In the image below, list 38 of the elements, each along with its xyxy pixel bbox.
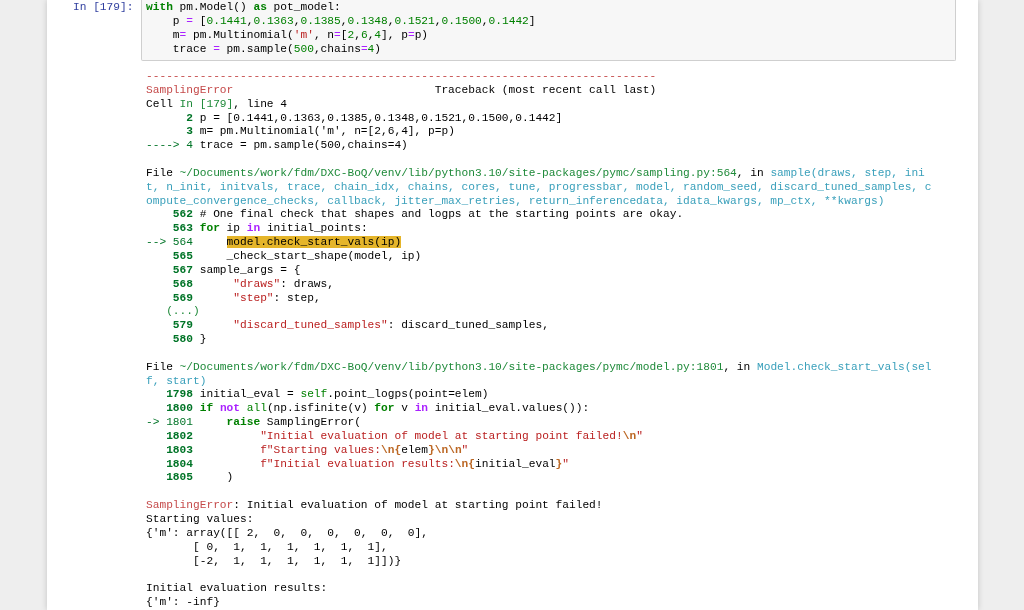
code-line: p = [0.1441,0.1363,0.1385,0.1348,0.1521,0.1500,0.1442] [171, 14, 537, 28]
output-line: File ~/Documents/work/fdm/DXC-BoQ/venv/lib/python3.10/site-packages/pymc/model.py:1801, in Model.check_start_vals(self, start) [146, 360, 933, 389]
output-line: 2 p = [0.1441,0.1363,0.1385,0.1348,0.1521,0.1500,0.1442] [185, 111, 564, 126]
code-cell[interactable]: with pm.Model() as pot_model: p = [0.1441,0.1363,0.1385,0.1348,0.1521,0.1500,0.1442] m= pm.Multinomial('m', n=[2,6,4], p=p) trace = pm.sample(500,chains=4) [141, 0, 956, 61]
output-line: {'m': -inf} [146, 596, 221, 610]
output-line: SamplingError Traceback (most recent call last) [146, 83, 658, 98]
output-line: SamplingError: Initial evaluation of model at starting point failed! [146, 499, 604, 513]
code-line: trace = pm.sample(500,chains=4) [171, 42, 383, 56]
code-line: with pm.Model() as pot_model: [146, 0, 342, 14]
output-line: 1802 "Initial evaluation of model at starting point failed!\n" [165, 429, 644, 444]
output-line: 562 # One final check that shapes and logps at the starting points are okay. [171, 208, 685, 223]
output-line: 1798 initial_eval = self.point_logps(point=elem) [165, 388, 490, 403]
output-line: 567 sample_args = { [171, 263, 302, 278]
output-line: 569 "step": step, [171, 291, 322, 306]
output-line: Cell In [179], line 4 [146, 97, 288, 112]
output-line: 1805 ) [165, 471, 235, 486]
output-line: File ~/Documents/work/fdm/DXC-BoQ/venv/lib/python3.10/site-packages/pymc/sampling.py:564, in sample(draws, step, init, n_init, initvals, trace, chain_idx, chains, cores, tune, progressbar, model, random_seed, discard_tuned_samples, compute_convergence_checks, callback, jitter_max_retries, return_inferencedata, idata_kwargs, mp_ctx, **kwargs) [146, 166, 933, 209]
output-line: [-2, 1, 1, 1, 1, 1, 1]])} [192, 554, 403, 569]
output-line: Starting values: [146, 513, 255, 527]
output-line: 1804 f"Initial evaluation results:\n{initial_eval}" [165, 457, 571, 472]
output-line: 3 m= pm.Multinomial('m', n=[2,6,4], p=p) [185, 125, 456, 140]
output-line: ----> 4 trace = pm.sample(500,chains=4) [146, 139, 409, 154]
output-line: -> 1801 raise SamplingError( [146, 416, 362, 430]
output-line: 1803 f"Starting values:\n{elem}\n\n" [165, 443, 470, 458]
output-line: 579 "discard_tuned_samples": discard_tuned_samples, [171, 319, 550, 334]
input-prompt: In [179]: [73, 0, 134, 14]
code-line: m= pm.Multinomial('m', n=[2,6,4], p=p) [171, 28, 430, 42]
output-line: {'m': array([[ 2, 0, 0, 0, 0, 0, 0], [146, 526, 429, 541]
output-line: 563 for ip in initial_points: [171, 222, 369, 237]
output-line: [ 0, 1, 1, 1, 1, 1, 1], [192, 540, 389, 555]
output-line: 565 _check_start_shape(model, ip) [171, 249, 423, 264]
output-line: --> 564 model.check_start_vals(ip) [146, 236, 403, 250]
output-line: 1800 if not all(np.isfinite(v) for v in initial_eval.values()): [165, 402, 591, 417]
output-line: 580 } [171, 333, 208, 347]
output-line: Initial evaluation results: [146, 582, 329, 597]
output-line: 568 "draws": draws, [171, 277, 335, 292]
output-line: (...) [165, 305, 201, 320]
output-line: ---------------------------------------------------------------------------- [146, 70, 658, 84]
